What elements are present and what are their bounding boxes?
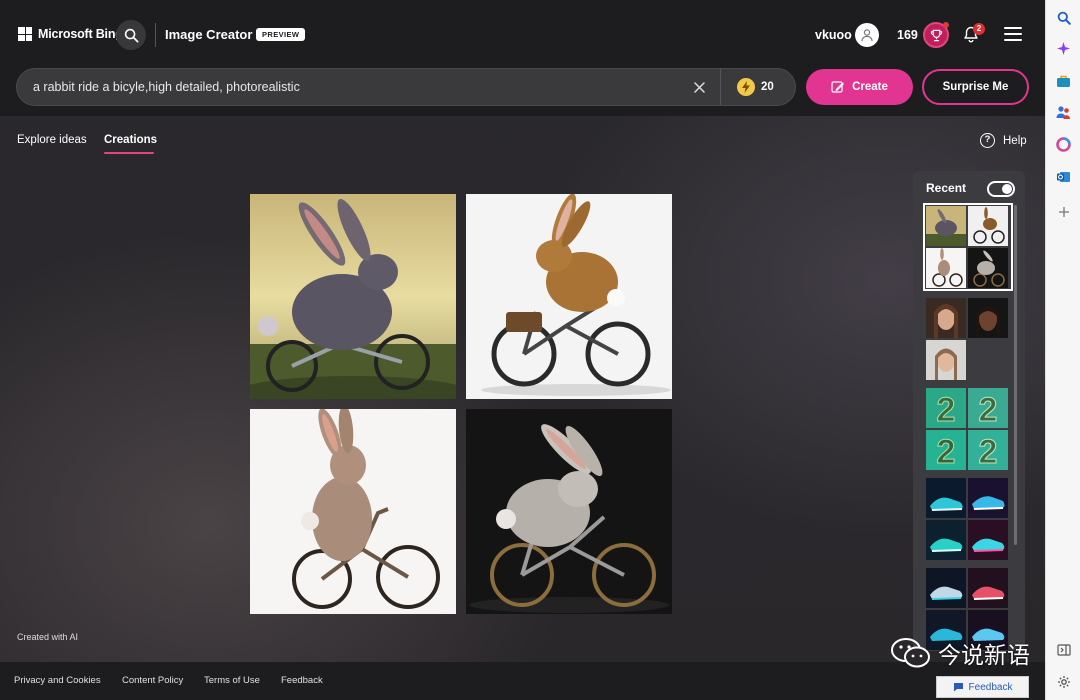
- feedback-button[interactable]: Feedback: [936, 676, 1029, 698]
- sidebar-settings-gear-icon[interactable]: [1055, 673, 1072, 690]
- footer-privacy-link[interactable]: Privacy and Cookies: [14, 675, 101, 686]
- help-icon: ?: [980, 133, 995, 148]
- tab-creations[interactable]: Creations: [104, 134, 157, 146]
- user-icon: [861, 29, 873, 42]
- generated-image-3[interactable]: [250, 409, 456, 614]
- recent-thumb: [968, 298, 1008, 338]
- microsoft-logo-icon: [18, 27, 32, 41]
- watermark-text: 今说新语: [938, 643, 1030, 669]
- recent-thumb: [926, 478, 966, 518]
- brand-text: Microsoft Bing: [38, 27, 123, 41]
- recent-thumb: 2: [968, 388, 1008, 428]
- recent-thumb: [968, 206, 1008, 246]
- search-icon: [124, 28, 138, 42]
- recent-group-portraits[interactable]: [926, 298, 1010, 380]
- sidebar-shopping-icon[interactable]: [1055, 72, 1072, 89]
- footer-feedback-link[interactable]: Feedback: [281, 675, 323, 686]
- create-button-label: Create: [852, 81, 888, 93]
- recent-thumb: [926, 568, 966, 608]
- svg-text:2: 2: [937, 391, 956, 428]
- generated-image-1[interactable]: [250, 194, 456, 399]
- recent-title: Recent: [926, 181, 967, 195]
- sidebar-outlook-icon[interactable]: [1055, 168, 1072, 185]
- sidebar-people-icon[interactable]: [1055, 104, 1072, 121]
- bing-brand[interactable]: Microsoft Bing: [18, 27, 123, 41]
- rewards-button[interactable]: [923, 22, 949, 48]
- recent-thumb: 2: [926, 430, 966, 470]
- image-creator-app: Microsoft Bing Image Creator PREVIEW vku…: [0, 0, 1045, 700]
- toggle-knob: [1002, 184, 1012, 194]
- footer-content-policy-link[interactable]: Content Policy: [122, 675, 183, 686]
- trophy-icon: [930, 29, 942, 41]
- wechat-watermark: 今说新语: [890, 636, 1030, 670]
- clear-prompt-button[interactable]: [689, 77, 709, 97]
- recent-thumb: [926, 340, 966, 380]
- recent-thumb: [968, 568, 1008, 608]
- created-with-ai-label: Created with AI: [17, 632, 79, 642]
- recent-thumb: [926, 206, 966, 246]
- help-button[interactable]: ? Help: [980, 133, 1027, 148]
- sidebar-copilot-icon[interactable]: [1055, 40, 1072, 57]
- svg-text:2: 2: [979, 433, 998, 470]
- wechat-logo-icon: [891, 638, 930, 668]
- search-button[interactable]: [116, 20, 146, 50]
- footer: Privacy and Cookies Content Policy Terms…: [0, 662, 1045, 700]
- prompt-input[interactable]: [33, 69, 673, 105]
- rewards-count[interactable]: 169: [897, 28, 918, 42]
- recent-group-sneakers[interactable]: [926, 478, 1010, 560]
- recent-thumb: 2: [926, 388, 966, 428]
- boost-lightning-icon: [737, 78, 755, 96]
- recent-group-rabbits[interactable]: [923, 203, 1013, 291]
- recent-scrollbar[interactable]: [1014, 205, 1017, 545]
- recent-group-number-two[interactable]: 2 2 2 2: [926, 388, 1010, 470]
- active-tab-indicator: [104, 152, 154, 154]
- recent-thumb: [968, 248, 1008, 288]
- surprise-me-label: Surprise Me: [942, 81, 1009, 93]
- boosts-count: 20: [761, 81, 774, 93]
- rewards-dot: [943, 22, 949, 28]
- app-title[interactable]: Image Creator: [165, 27, 252, 42]
- recent-panel: Recent 2 2 2 2: [913, 171, 1025, 651]
- recent-thumb: [926, 248, 966, 288]
- sidebar-collapse-icon[interactable]: [1055, 641, 1072, 658]
- sidebar-office-icon[interactable]: [1055, 136, 1072, 153]
- recent-thumb: [968, 520, 1008, 560]
- recent-thumb: [926, 520, 966, 560]
- feedback-button-label: Feedback: [968, 681, 1013, 693]
- create-button[interactable]: Create: [806, 69, 913, 105]
- recent-toggle[interactable]: [987, 181, 1015, 197]
- generated-image-2[interactable]: [466, 194, 672, 399]
- tab-explore-ideas[interactable]: Explore ideas: [17, 134, 87, 146]
- notification-badge: 2: [973, 23, 985, 35]
- recent-thumb: [968, 478, 1008, 518]
- sidebar-add-icon[interactable]: [1055, 203, 1072, 220]
- preview-badge: PREVIEW: [256, 28, 306, 41]
- feedback-icon: [953, 683, 963, 692]
- avatar[interactable]: [855, 23, 879, 47]
- hamburger-menu-icon[interactable]: [1004, 27, 1022, 43]
- boosts-counter[interactable]: 20: [737, 78, 774, 96]
- create-icon: [831, 81, 845, 93]
- username[interactable]: vkuoo: [815, 28, 852, 42]
- surprise-me-button[interactable]: Surprise Me: [922, 69, 1029, 105]
- help-label: Help: [1003, 134, 1027, 147]
- header: Microsoft Bing Image Creator PREVIEW vku…: [0, 0, 1045, 116]
- prompt-bar: 20: [16, 68, 796, 106]
- svg-text:2: 2: [979, 391, 998, 428]
- generated-image-4[interactable]: [466, 409, 672, 614]
- prompt-divider: [720, 69, 721, 105]
- recent-thumb: [926, 298, 966, 338]
- header-divider: [155, 23, 156, 47]
- recent-thumb: 2: [968, 430, 1008, 470]
- browser-sidebar: [1045, 0, 1080, 700]
- sidebar-search-icon[interactable]: [1055, 9, 1072, 26]
- svg-text:2: 2: [937, 433, 956, 470]
- footer-terms-link[interactable]: Terms of Use: [204, 675, 260, 686]
- close-icon: [693, 81, 705, 93]
